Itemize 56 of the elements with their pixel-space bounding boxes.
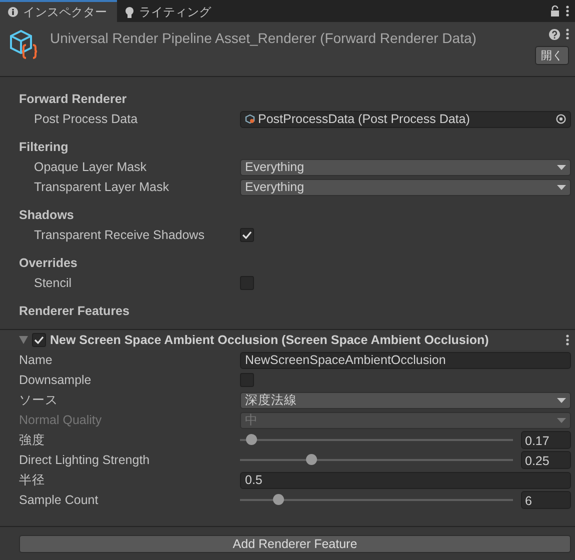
dropdown[interactable]: Everything — [240, 158, 571, 176]
section-heading: Renderer Features — [19, 303, 130, 320]
object-field[interactable]: PostProcessData (Post Process Data) — [240, 110, 571, 128]
text-field[interactable]: 0.5 — [240, 472, 571, 488]
info-icon — [8, 7, 18, 17]
caret-icon — [557, 164, 566, 170]
field-label: Downsample — [19, 373, 92, 387]
asset-icon — [245, 114, 255, 124]
field-label: 半径 — [19, 472, 46, 488]
text-field[interactable]: NewScreenSpaceAmbientOcclusion — [240, 352, 571, 368]
field-label: Transparent Receive Shadows — [33, 228, 206, 242]
more-icon[interactable] — [566, 28, 569, 40]
field-label: Post Process Data — [33, 112, 139, 126]
number-field[interactable]: 0.17 — [521, 431, 571, 449]
field-label: 強度 — [19, 432, 46, 448]
section-heading: Forward Renderer — [19, 91, 128, 108]
field-label: Direct Lighting Strength — [19, 453, 151, 467]
open-button[interactable]: 開く — [535, 46, 569, 65]
field-label: Stencil — [33, 276, 73, 290]
slider-thumb[interactable] — [273, 494, 284, 505]
asset-title: Universal Render Pipeline Asset_Renderer (Forward Renderer Data) — [49, 29, 478, 48]
slider-thumb[interactable] — [306, 454, 317, 465]
field-label: Name — [19, 353, 54, 367]
checkbox[interactable] — [240, 373, 254, 387]
more-icon[interactable] — [566, 5, 569, 17]
number-field[interactable]: 0.25 — [521, 451, 571, 469]
target-icon[interactable] — [556, 114, 566, 124]
section-heading: Filtering — [19, 139, 70, 156]
checkbox[interactable] — [240, 276, 254, 290]
field-label: Transparent Layer Mask — [33, 180, 170, 194]
asset-icon — [8, 28, 40, 60]
checkbox[interactable] — [240, 228, 254, 242]
add-feature-button[interactable]: Add Renderer Feature — [19, 535, 571, 553]
feature-title: New Screen Space Ambient Occlusion (Screen Space Ambient Occlusion) — [50, 333, 490, 347]
number-field[interactable]: 6 — [521, 491, 571, 509]
field-label: ソース — [19, 392, 59, 408]
section-heading: Shadows — [19, 207, 75, 224]
dropdown[interactable]: 深度法線 — [240, 392, 571, 408]
field-label: Normal Quality — [19, 413, 103, 427]
lock-icon[interactable] — [550, 5, 560, 17]
more-icon[interactable] — [566, 334, 569, 346]
checkbox[interactable] — [32, 333, 46, 347]
slider-thumb[interactable] — [246, 434, 257, 445]
caret-icon — [557, 184, 566, 190]
caret-icon — [557, 398, 566, 402]
caret-icon — [557, 418, 566, 422]
tab[interactable]: インスペクター — [0, 0, 117, 22]
check-icon — [34, 336, 44, 344]
lightbulb-icon — [125, 6, 134, 18]
dropdown[interactable]: Everything — [240, 178, 571, 196]
field-label: Sample Count — [19, 493, 100, 507]
help-icon[interactable] — [549, 28, 560, 40]
field-label: Opaque Layer Mask — [33, 160, 148, 174]
caret-icon[interactable] — [19, 336, 28, 344]
section-heading: Overrides — [19, 255, 78, 272]
check-icon — [242, 231, 252, 239]
